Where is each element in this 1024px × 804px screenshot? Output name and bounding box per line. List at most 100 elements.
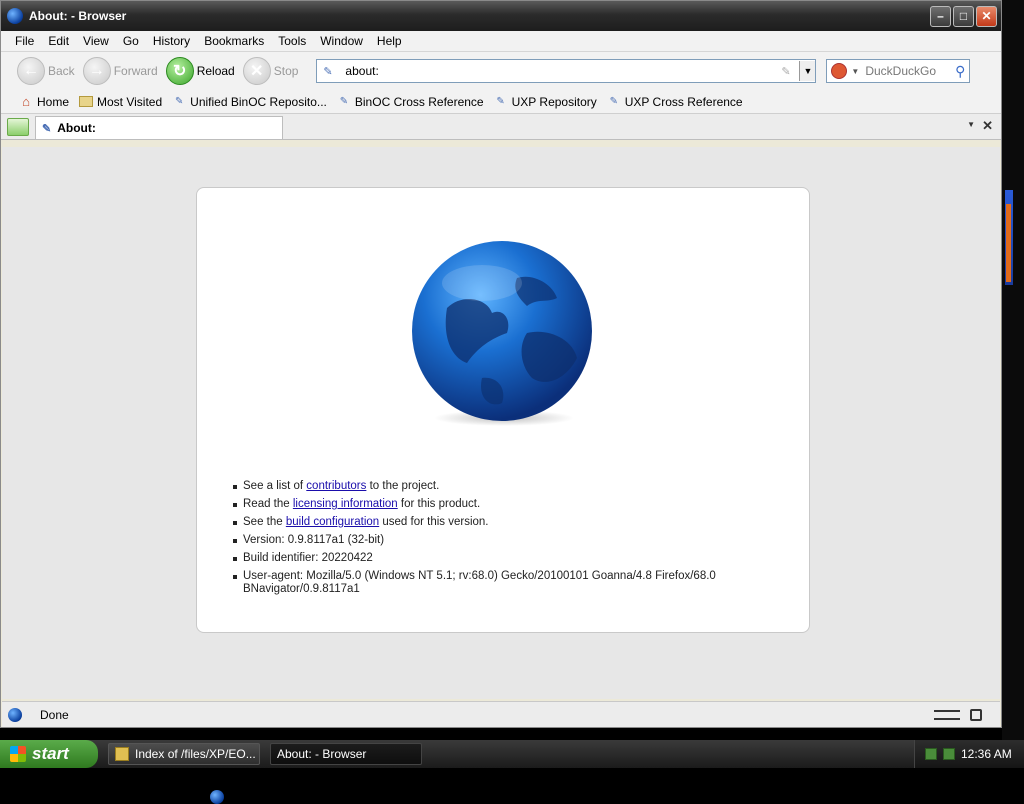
desktop-background [1002,0,1024,740]
minimize-button[interactable]: – [930,5,951,27]
licensing-text-end: for this product. [397,498,481,510]
taskbar-item-browser[interactable]: About: - Browser [210,743,422,804]
address-input[interactable]: about: [345,64,781,78]
build-config-text-end: used for this version. [379,516,489,528]
bookmark-uxp-cross-reference[interactable]: ✎ UXP Cross Reference [607,95,743,109]
tray-app-icon[interactable] [943,748,955,760]
page-content: See a list of contributors to the projec… [2,147,1000,699]
contributors-link[interactable]: contributors [306,480,366,492]
user-agent-line-2: BNavigator/0.9.8117a1 [243,583,360,595]
window-title: About: - Browser [29,9,127,23]
tab-label: About: [57,121,96,135]
close-tab-icon[interactable]: ✕ [982,118,993,134]
bookmark-pin-icon: ✎ [339,96,349,107]
forward-arrow-icon: → [82,57,111,85]
clock[interactable]: 12:36 AM [961,747,1012,761]
back-button[interactable]: ← Back [17,57,75,85]
bookmark-pin-icon: ✎ [496,96,505,107]
search-bar[interactable]: ▼ DuckDuckGo ⚲ [826,59,971,83]
menu-go[interactable]: Go [123,34,139,48]
desktop-window-edge-accent [1006,204,1011,282]
new-tab-button[interactable] [7,118,29,136]
forward-label: Forward [113,64,158,78]
duckduckgo-icon[interactable] [831,63,848,79]
bookmark-unified-binoc[interactable]: ✎ Unified BinOC Reposito... [172,95,327,109]
bookmark-pin-icon: ✎ [174,96,184,107]
taskbar: start Index of /files/XP/EO... About: - … [0,740,1024,804]
maximize-button[interactable]: □ [953,5,974,27]
menu-view[interactable]: View [83,34,109,48]
status-bar: Done [2,701,1000,727]
taskbar-item-label: About: - Browser [277,747,367,761]
menu-history[interactable]: History [153,34,190,48]
start-label: start [32,744,69,763]
security-lock-icon[interactable] [970,708,982,721]
bookmark-home[interactable]: ⌂ Home [19,94,70,109]
menu-edit[interactable]: Edit [48,34,69,48]
menu-window[interactable]: Window [320,34,363,48]
bookmark-label: UXP Repository [511,94,597,109]
folder-icon [79,96,94,107]
build-configuration-link[interactable]: build configuration [286,516,379,528]
taskbar-item-index[interactable]: Index of /files/XP/EO... [108,743,260,765]
menu-file[interactable]: File [15,34,34,48]
windows-flag-icon [10,746,26,762]
build-config-text: See the [243,516,286,528]
user-agent-item: User-agent: Mozilla/5.0 (Windows NT 5.1;… [233,570,716,596]
bookmark-binoc-cross-reference[interactable]: ✎ BinOC Cross Reference [337,95,484,109]
menu-bar: File Edit View Go History Bookmarks Tool… [1,31,1001,52]
bookmark-label: Unified BinOC Reposito... [190,94,327,109]
reload-icon: ↻ [165,57,194,85]
list-item: Read the licensing information for this … [233,498,716,511]
title-bar[interactable]: About: - Browser – □ ✕ [1,1,1001,31]
stop-label: Stop [273,64,299,78]
close-button[interactable]: ✕ [976,5,997,27]
tab-about[interactable]: ✎ About: [35,116,283,139]
stop-button[interactable]: ✕ Stop [242,57,299,85]
licensing-text: Read the [243,498,293,510]
search-input[interactable]: DuckDuckGo [865,64,955,78]
system-tray: 12:36 AM [914,740,1024,768]
navigation-toolbar: ← Back → Forward ↻ Reload ✕ Stop ✎ about… [1,52,1001,90]
search-icon[interactable]: ⚲ [955,63,965,80]
back-label: Back [48,64,75,78]
list-item: See the build configuration used for thi… [233,516,716,529]
reload-button[interactable]: ↻ Reload [165,57,235,85]
browser-globe-logo [412,241,592,426]
stop-icon: ✕ [242,57,271,85]
address-dropdown-button[interactable]: ▼ [799,61,816,81]
start-button[interactable]: start [0,740,98,768]
connection-status-icon[interactable] [934,709,960,720]
contributors-text: See a list of [243,480,307,492]
menu-help[interactable]: Help [377,34,402,48]
bookmark-pin-icon[interactable]: ✎ [781,65,793,78]
search-engine-dropdown-icon[interactable]: ▼ [851,67,859,76]
page-pin-icon: ✎ [323,66,333,78]
contributors-text-end: to the project. [366,480,440,492]
version-item: Version: 0.9.8117a1 (32-bit) [233,534,716,547]
home-icon: ⌂ [22,94,30,109]
forward-button[interactable]: → Forward [82,57,158,85]
tab-pin-icon: ✎ [42,122,52,135]
tab-list-dropdown-icon[interactable]: ▼ [967,120,975,129]
browser-window: About: - Browser – □ ✕ File Edit View Go… [0,0,1002,728]
bookmark-uxp-repository[interactable]: ✎ UXP Repository [494,94,597,109]
tab-strip: ✎ About: ▼ ✕ [1,114,1001,140]
taskbar-item-label: Index of /files/XP/EO... [135,747,256,761]
bookmark-label: BinOC Cross Reference [354,94,484,109]
status-text: Done [40,707,69,722]
bookmark-pin-icon: ✎ [609,96,618,107]
tray-network-icon[interactable] [925,748,937,760]
licensing-information-link[interactable]: licensing information [293,498,398,510]
list-item: See a list of contributors to the projec… [233,480,716,493]
bookmark-label: Home [37,94,70,109]
about-panel: See a list of contributors to the projec… [196,187,810,633]
bookmarks-toolbar: ⌂ Home Most Visited ✎ Unified BinOC Repo… [1,90,1001,114]
menu-tools[interactable]: Tools [278,34,306,48]
user-agent-line-1: User-agent: Mozilla/5.0 (Windows NT 5.1;… [243,570,716,582]
about-info-list: See a list of contributors to the projec… [233,480,716,601]
menu-bookmarks[interactable]: Bookmarks [204,34,264,48]
bookmark-most-visited[interactable]: Most Visited [79,95,162,109]
address-bar[interactable]: ✎ about: ✎ ▼ [316,59,817,83]
reload-label: Reload [196,64,235,78]
